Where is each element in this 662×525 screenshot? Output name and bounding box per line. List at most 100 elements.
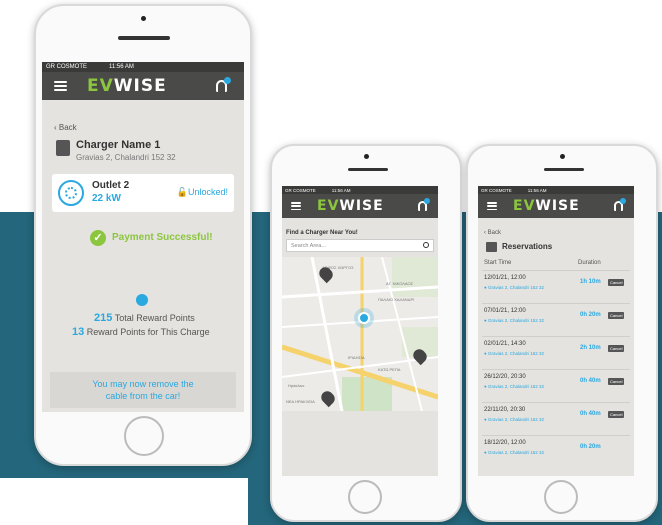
- logo-ev: EV: [87, 76, 114, 96]
- charge-points-value: 13: [72, 326, 85, 338]
- reservation-date: 07/01/21, 12:00: [484, 308, 526, 314]
- reservation-address: ● Gravias 2, Chalandri 152 32: [484, 417, 544, 422]
- logo-ev: EV: [513, 198, 536, 214]
- camera-dot: [364, 154, 369, 159]
- reservation-duration: 0h 20m: [580, 444, 601, 450]
- total-points-value: 215: [94, 312, 113, 324]
- map-label: ΑΓ. ΝΙΚΟΛΑΟΣ: [386, 281, 414, 286]
- map-label: ΚΑΤΩ ΡΕΠΑ: [378, 367, 401, 372]
- phone-payment: GR COSMOTE 11:56 AM EVWISE ‹ Back Charge…: [34, 4, 252, 466]
- total-reward-points: 215 Total Reward Points: [94, 312, 195, 324]
- search-input[interactable]: Search Area...: [286, 239, 434, 252]
- status-bar: GR COSMOTE 11:56 AM: [478, 186, 634, 194]
- phone-map: GR COSMOTE 11:56 AM EVWISE Find a Charge…: [270, 144, 462, 522]
- check-icon: ✓: [90, 230, 106, 246]
- current-location-icon: [358, 312, 370, 324]
- cancel-button[interactable]: Cancel: [608, 279, 625, 286]
- speaker-grille: [348, 168, 388, 171]
- reward-icon: [136, 294, 148, 306]
- col-duration: Duration: [578, 260, 601, 266]
- total-points-label: Total Reward Points: [114, 313, 195, 323]
- logo-rest: WISE: [113, 76, 167, 96]
- location-pin-icon: ●: [484, 417, 487, 422]
- location-pin-icon: ●: [484, 450, 487, 455]
- home-button[interactable]: [544, 480, 578, 514]
- find-charger-title: Find a Charger Near You!: [286, 230, 358, 236]
- back-link[interactable]: ‹ Back: [484, 230, 501, 236]
- carrier-label: GR COSMOTE: [285, 187, 316, 193]
- carrier-label: GR COSMOTE: [481, 187, 512, 193]
- charge-points-label: Reward Points for This Charge: [86, 327, 210, 337]
- reservation-date: 02/01/21, 14:30: [484, 341, 526, 347]
- reservation-date: 12/01/21, 12:00: [484, 275, 526, 281]
- notification-badge: [224, 77, 231, 84]
- remove-msg-line1: You may now remove the: [92, 379, 194, 389]
- map-label: ΙΡΙΔΗΣΙΑ: [348, 355, 365, 360]
- address-text: Gravias 2, Chalandri 152 32: [487, 384, 545, 389]
- reservation-row[interactable]: 07/01/21, 12:00 ● Gravias 2, Chalandri 1…: [482, 303, 630, 332]
- logo-ev: EV: [317, 198, 340, 214]
- search-icon[interactable]: [423, 242, 429, 248]
- outlet-name: Outlet 2: [92, 180, 130, 191]
- map-label: Ηράκλειο: [288, 383, 305, 388]
- location-pin-icon: ●: [484, 285, 487, 290]
- map-roads: [282, 257, 438, 411]
- outlet-power: 22 kW: [92, 193, 121, 204]
- reservation-date: 18/12/20, 12:00: [484, 440, 526, 446]
- outlet-card[interactable]: Outlet 2 22 kW 🔓Unlocked!: [52, 174, 234, 212]
- logo-rest: WISE: [535, 198, 580, 214]
- address-text: Gravias 2, Chalandri 152 32: [487, 318, 545, 323]
- app-bar: EVWISE: [42, 72, 244, 100]
- menu-icon[interactable]: [54, 81, 67, 91]
- reservation-address: ● Gravias 2, Chalandri 152 32: [484, 351, 544, 356]
- status-bar: GR COSMOTE 11:56 AM: [42, 62, 244, 72]
- remove-msg-line2: cable from the car!: [105, 391, 181, 401]
- reservation-duration: 2h 10m: [580, 345, 601, 351]
- reservation-row[interactable]: 18/12/20, 12:00 ● Gravias 2, Chalandri 1…: [482, 435, 630, 464]
- carrier-label: GR COSMOTE: [46, 64, 88, 70]
- menu-icon[interactable]: [487, 202, 497, 210]
- reservation-address: ● Gravias 2, Chalandri 152 32: [484, 285, 544, 290]
- cancel-button[interactable]: Cancel: [608, 312, 625, 319]
- speaker-grille: [118, 36, 170, 40]
- status-bar: GR COSMOTE 11:56 AM: [282, 186, 438, 194]
- reservation-address: ● Gravias 2, Chalandri 152 32: [484, 450, 544, 455]
- back-label: Back: [487, 230, 502, 236]
- camera-dot: [141, 16, 146, 21]
- map-label: ΝΕΑ ΗΡΑΚΛΕΙΑ: [286, 399, 315, 404]
- reservations-title: Reservations: [502, 242, 553, 251]
- reservation-row[interactable]: 12/01/21, 12:00 ● Gravias 2, Chalandri 1…: [482, 270, 630, 299]
- time-label: 11:56 AM: [527, 187, 547, 193]
- reservation-address: ● Gravias 2, Chalandri 152 32: [484, 318, 544, 323]
- screen-payment: GR COSMOTE 11:56 AM EVWISE ‹ Back Charge…: [42, 62, 244, 412]
- charger-name: Charger Name 1: [76, 139, 161, 151]
- search-placeholder: Search Area...: [291, 243, 326, 249]
- app-bar: EVWISE: [282, 194, 438, 218]
- back-link[interactable]: ‹ Back: [54, 123, 77, 132]
- time-label: 11:56 AM: [109, 64, 134, 70]
- reservation-row[interactable]: 02/01/21, 14:30 ● Gravias 2, Chalandri 1…: [482, 336, 630, 365]
- unlock-label: Unlocked!: [187, 187, 228, 197]
- reservation-date: 26/12/20, 20:30: [484, 374, 526, 380]
- home-button[interactable]: [124, 416, 164, 456]
- app-logo: EVWISE: [317, 198, 384, 214]
- reservation-date: 22/11/20, 20:30: [484, 407, 526, 413]
- address-text: Gravias 2, Chalandri 152 32: [487, 351, 545, 356]
- reservation-row[interactable]: 26/12/20, 20:30 ● Gravias 2, Chalandri 1…: [482, 369, 630, 398]
- charger-address: Gravias 2, Chalandri 152 32: [76, 153, 176, 162]
- cancel-button[interactable]: Cancel: [608, 345, 625, 352]
- menu-icon[interactable]: [291, 202, 301, 210]
- cancel-button[interactable]: Cancel: [608, 378, 625, 385]
- payment-message: Payment Successful!: [112, 232, 213, 243]
- screen-reservations: GR COSMOTE 11:56 AM EVWISE ‹ Back Reserv…: [478, 186, 634, 476]
- unlock-status: 🔓Unlocked!: [177, 187, 228, 198]
- speaker-grille: [544, 168, 584, 171]
- reservation-row[interactable]: 22/11/20, 20:30 ● Gravias 2, Chalandri 1…: [482, 402, 630, 431]
- address-text: Gravias 2, Chalandri 152 32: [487, 285, 545, 290]
- phone-reservations: GR COSMOTE 11:56 AM EVWISE ‹ Back Reserv…: [466, 144, 658, 522]
- notification-badge: [620, 198, 626, 204]
- back-label: Back: [58, 123, 77, 132]
- map-view[interactable]: ΛΟΦΟΣ ΧΩΡΓΟΣ ΑΓ. ΝΙΚΟΛΑΟΣ ΠΑΛΑΙΟ ΧΑΛΑΝΔΡ…: [282, 257, 438, 411]
- home-button[interactable]: [348, 480, 382, 514]
- cancel-button[interactable]: Cancel: [608, 411, 625, 418]
